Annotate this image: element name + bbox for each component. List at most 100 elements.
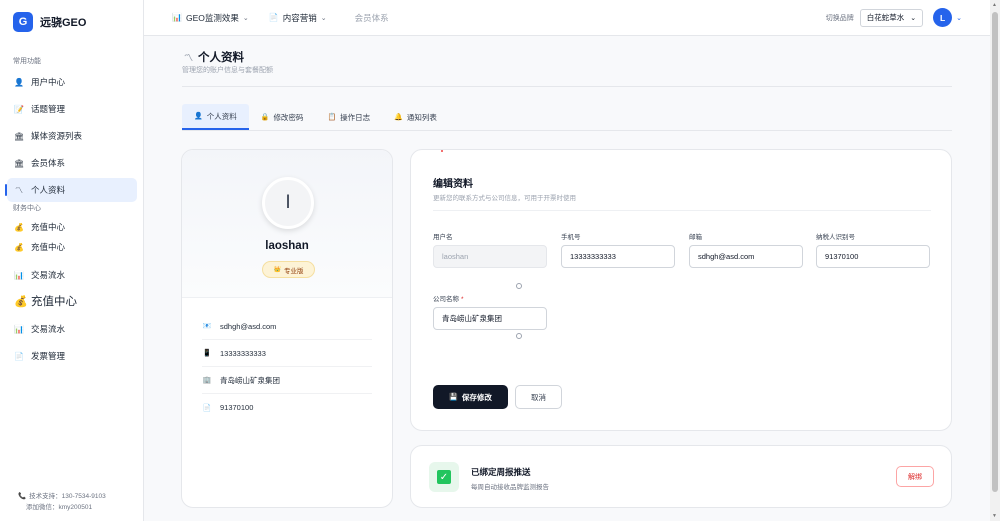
sidebar-item-label: 媒体资源列表 xyxy=(31,131,83,141)
tab-log[interactable]: 📋 操作日志 xyxy=(315,104,382,130)
sidebar-item-member[interactable]: 🏛 会员体系 xyxy=(7,151,137,175)
info-row-phone: 📱 13333333333 xyxy=(202,340,372,367)
tax-id-field[interactable]: 91370100 xyxy=(816,245,930,268)
topbar: 📊 GEO监测效果 ⌄ 📄 内容营销 ⌄ 会员体系 切换品牌 白花蛇草水 ⌄ L… xyxy=(144,0,990,36)
user-avatar[interactable]: L xyxy=(933,8,953,27)
sidebar-item-label: 充值中心 xyxy=(31,296,77,308)
money-bag-icon: 💰 xyxy=(14,242,24,252)
cancel-button[interactable]: 取消 xyxy=(515,385,562,409)
log-icon: 📋 xyxy=(327,114,337,121)
company-label: 公司名称 * xyxy=(433,293,464,303)
sidebar-item-invoice[interactable]: 📄 发票管理 xyxy=(7,344,137,368)
sidebar-item-label: 充值中心 xyxy=(31,222,66,232)
phone-icon: 📱 xyxy=(202,350,212,357)
user-icon: 👤 xyxy=(194,113,203,120)
company-label-text: 公司名称 xyxy=(433,296,459,303)
chevron-down-icon[interactable]: ⌄ xyxy=(956,14,962,22)
check-mark: ✓ xyxy=(437,470,451,484)
scrollbar-thumb[interactable] xyxy=(992,12,998,492)
chart-icon: 📊 xyxy=(172,13,182,22)
sidebar-item-recharge-3[interactable]: 💰 充值中心 xyxy=(7,289,137,313)
nav-section-common: 常用功能 xyxy=(13,58,41,65)
tab-label: 操作日志 xyxy=(340,112,371,122)
email-icon: 📧 xyxy=(202,323,212,330)
sidebar-item-transactions[interactable]: 📊 交易流水 xyxy=(7,263,137,287)
info-value: 青岛崂山矿泉集团 xyxy=(220,375,280,385)
tab-profile[interactable]: 👤 个人资料 xyxy=(182,104,249,130)
sidebar-item-label: 交易流水 xyxy=(31,270,66,280)
email-field[interactable]: sdhgh@asd.com xyxy=(689,245,803,268)
info-value: sdhgh@asd.com xyxy=(220,321,277,331)
save-button-label: 保存修改 xyxy=(461,392,492,402)
sidebar-item-media[interactable]: 🏛 媒体资源列表 xyxy=(7,124,137,148)
support-phone: 技术支持：130-7534-9103 xyxy=(29,493,106,500)
profile-header: I laoshan 👑 专业版 xyxy=(182,150,392,298)
sidebar-item-label: 发票管理 xyxy=(31,351,66,361)
profile-tabs: 👤 个人资料 🔒 修改密码 📋 操作日志 🔔 通知列表 xyxy=(182,104,952,131)
profile-card: I laoshan 👑 专业版 📧 sdhgh@asd.com 📱 133333… xyxy=(181,149,393,508)
profile-icon: 〽 xyxy=(15,185,23,195)
top-menu-member[interactable]: 会员体系 xyxy=(355,12,389,24)
tax-icon: 📄 xyxy=(202,404,212,412)
top-menu-label: 内容营销 xyxy=(282,12,317,23)
sidebar-item-recharge[interactable]: 💰 充值中心 xyxy=(7,217,137,237)
top-menu-content[interactable]: 📄 内容营销 ⌄ xyxy=(269,12,327,24)
brand-select[interactable]: 白花蛇草水 ⌄ xyxy=(859,8,924,27)
company-field[interactable]: 青岛崂山矿泉集团 xyxy=(433,307,547,330)
company-icon: 🏢 xyxy=(202,377,212,384)
document-icon: 📄 xyxy=(268,13,279,22)
top-menu-label: GEO监测效果 xyxy=(185,12,239,23)
tab-notifications[interactable]: 🔔 通知列表 xyxy=(382,104,449,130)
top-menu-geo[interactable]: 📊 GEO监测效果 ⌄ xyxy=(172,12,249,24)
sidebar-item-recharge-2[interactable]: 💰 充值中心 xyxy=(7,237,137,257)
phone-field[interactable]: 13333333333 xyxy=(561,245,675,268)
edit-subtitle: 更新您的联系方式与公司信息，可用于开票时使用 xyxy=(433,195,576,202)
crown-icon: 👑 xyxy=(273,267,281,273)
sidebar-footer: 📞 技术支持：130-7534-9103 添加微信：kmy200501 xyxy=(18,491,106,513)
scroll-up-icon[interactable]: ▲ xyxy=(992,2,997,8)
topbar-right: 切换品牌 白花蛇草水 ⌄ L ⌄ xyxy=(826,8,962,27)
sidebar-item-user-center[interactable]: 👤 用户中心 xyxy=(7,70,137,94)
info-row-email: 📧 sdhgh@asd.com xyxy=(202,313,372,340)
resize-handle[interactable] xyxy=(516,333,522,339)
info-value: 91370100 xyxy=(220,403,254,412)
resize-handle[interactable] xyxy=(516,283,522,289)
weekly-report-card: ✓ 已绑定周报推送 每周自动接收品牌监测报告 解绑 xyxy=(410,445,952,508)
sidebar-item-profile[interactable]: 〽 个人资料 xyxy=(5,178,137,202)
divider xyxy=(433,210,931,211)
member-icon: 🏛 xyxy=(14,158,25,168)
money-bag-icon: 💰 xyxy=(14,222,24,232)
sidebar-item-label: 充值中心 xyxy=(31,242,66,252)
profile-avatar[interactable]: I xyxy=(262,177,314,229)
app-name: 远骁GEO xyxy=(40,17,87,29)
unbind-button[interactable]: 解绑 xyxy=(896,466,934,487)
brand-select-value: 白花蛇草水 xyxy=(866,13,905,22)
save-button[interactable]: 💾 保存修改 xyxy=(433,385,508,409)
chevron-down-icon: ⌄ xyxy=(242,14,249,22)
edit-profile-card: 编辑资料 更新您的联系方式与公司信息，可用于开票时使用 用户名 laoshan … xyxy=(410,149,952,431)
page-title-text: 个人资料 xyxy=(198,52,245,64)
username-label: 用户名 xyxy=(433,234,453,241)
scroll-down-icon[interactable]: ▼ xyxy=(992,513,997,519)
page-scrollbar[interactable]: ▲ ▼ xyxy=(990,0,1000,521)
divider xyxy=(182,86,952,87)
sidebar-item-transactions-2[interactable]: 📊 交易流水 xyxy=(7,317,137,341)
weekly-subtitle: 每周自动接收品牌监测报告 xyxy=(471,484,549,491)
app-logo[interactable]: G 远骁GEO xyxy=(0,0,143,44)
save-icon: 💾 xyxy=(449,394,458,401)
edit-title: 编辑资料 xyxy=(433,179,473,190)
username-field: laoshan xyxy=(433,245,547,268)
page-title: 〽 个人资料 xyxy=(184,49,244,65)
phone-label: 手机号 xyxy=(561,234,581,241)
tax-id-label: 纳税人识别号 xyxy=(816,234,855,241)
bell-icon: 🔔 xyxy=(394,114,403,121)
tab-password[interactable]: 🔒 修改密码 xyxy=(249,104,316,130)
media-icon: 🏛 xyxy=(14,131,25,141)
sidebar-item-topic[interactable]: 📝 话题管理 xyxy=(7,97,137,121)
profile-icon: 〽 xyxy=(184,52,194,63)
plan-badge: 👑 专业版 xyxy=(262,261,315,278)
logo-mark-icon: G xyxy=(13,12,33,32)
required-mark: * xyxy=(461,296,464,303)
sidebar: G 远骁GEO 常用功能 👤 用户中心 📝 话题管理 🏛 媒体资源列表 🏛 会员… xyxy=(0,0,144,521)
check-icon: ✓ xyxy=(429,462,459,492)
